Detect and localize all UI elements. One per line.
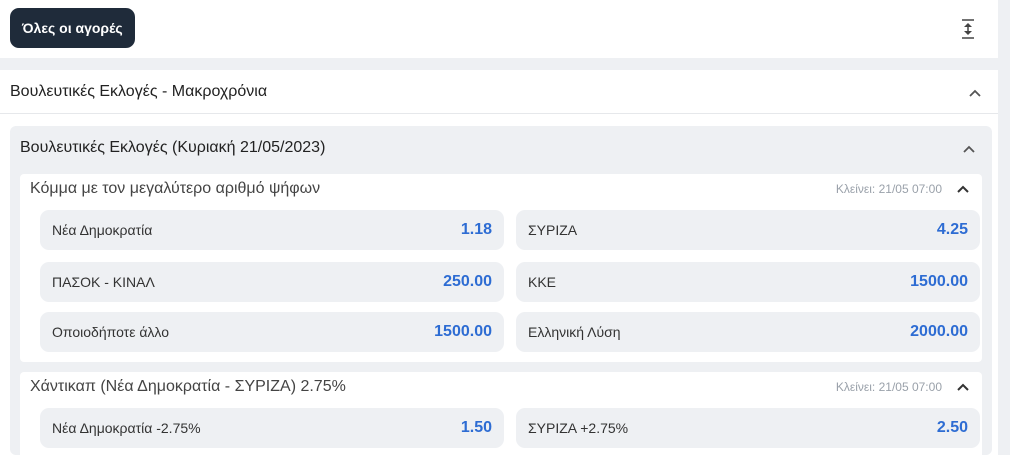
event-header[interactable]: Βουλευτικές Εκλογές (Κυριακή 21/05/2023): [10, 126, 992, 170]
odds-value: 4.25: [936, 221, 968, 238]
chevron-up-icon[interactable]: [968, 88, 982, 98]
odds-button[interactable]: Οποιοδήποτε άλλο 1500.00: [40, 312, 504, 352]
odds-label: ΣΥΡΙΖΑ: [528, 222, 578, 238]
odds-label: Νέα Δημοκρατία -2.75%: [52, 420, 201, 436]
odds-label: ΣΥΡΙΖΑ +2.75%: [528, 420, 629, 436]
market-title: Χάντικαπ (Νέα Δημοκρατία - ΣΥΡΙΖΑ) 2.75%: [30, 378, 346, 395]
market-title: Κόμμα με τον μεγαλύτερο αριθμό ψήφων: [30, 180, 321, 197]
market-toolbar: Όλες οι αγορές: [0, 0, 998, 58]
chevron-up-icon[interactable]: [956, 382, 970, 392]
market-card: Κόμμα με τον μεγαλύτερο αριθμό ψήφων Κλε…: [20, 174, 982, 362]
odds-button[interactable]: ΚΚΕ 1500.00: [516, 262, 980, 302]
odds-label: ΚΚΕ: [528, 274, 557, 290]
chevron-up-icon[interactable]: [956, 184, 970, 194]
market-close-time: Κλείνει: 21/05 07:00: [835, 182, 942, 196]
odds-value: 2000.00: [910, 323, 968, 340]
market-card: Χάντικαπ (Νέα Δημοκρατία - ΣΥΡΙΖΑ) 2.75%…: [20, 372, 982, 455]
scrollbar-track[interactable]: [998, 0, 1010, 455]
collapse-all-icon[interactable]: [960, 18, 976, 40]
all-markets-button[interactable]: Όλες οι αγορές: [10, 8, 135, 48]
event-title: Βουλευτικές Εκλογές (Κυριακή 21/05/2023): [20, 139, 326, 156]
odds-label: Οποιοδήποτε άλλο: [52, 324, 169, 340]
market-close-time: Κλείνει: 21/05 07:00: [835, 380, 942, 394]
page-root: Όλες οι αγορές Βουλευτικές Εκλογές - Μακ…: [0, 0, 1010, 455]
odds-button[interactable]: ΠΑΣΟΚ - ΚΙΝΑΛ 250.00: [40, 262, 504, 302]
odds-value: 1.50: [460, 419, 492, 436]
odds-button[interactable]: Νέα Δημοκρατία 1.18: [40, 210, 504, 250]
separator: [0, 58, 998, 70]
odds-button[interactable]: ΣΥΡΙΖΑ 4.25: [516, 210, 980, 250]
odds-value: 1500.00: [434, 323, 492, 340]
section-title: Βουλευτικές Εκλογές - Μακροχρόνια: [10, 82, 268, 100]
odds-label: Νέα Δημοκρατία: [52, 222, 153, 238]
odds-button[interactable]: Νέα Δημοκρατία -2.75% 1.50: [40, 408, 504, 448]
odds-button[interactable]: ΣΥΡΙΖΑ +2.75% 2.50: [516, 408, 980, 448]
section-header[interactable]: Βουλευτικές Εκλογές - Μακροχρόνια: [0, 70, 998, 114]
odds-label: ΠΑΣΟΚ - ΚΙΝΑΛ: [52, 274, 155, 290]
chevron-up-icon[interactable]: [962, 144, 976, 154]
odds-value: 2.50: [936, 419, 968, 436]
odds-value: 1500.00: [910, 273, 968, 290]
odds-value: 250.00: [443, 273, 492, 290]
odds-label: Ελληνική Λύση: [528, 324, 621, 340]
odds-button[interactable]: Ελληνική Λύση 2000.00: [516, 312, 980, 352]
odds-value: 1.18: [460, 221, 492, 238]
event-panel: Βουλευτικές Εκλογές (Κυριακή 21/05/2023)…: [10, 126, 992, 455]
